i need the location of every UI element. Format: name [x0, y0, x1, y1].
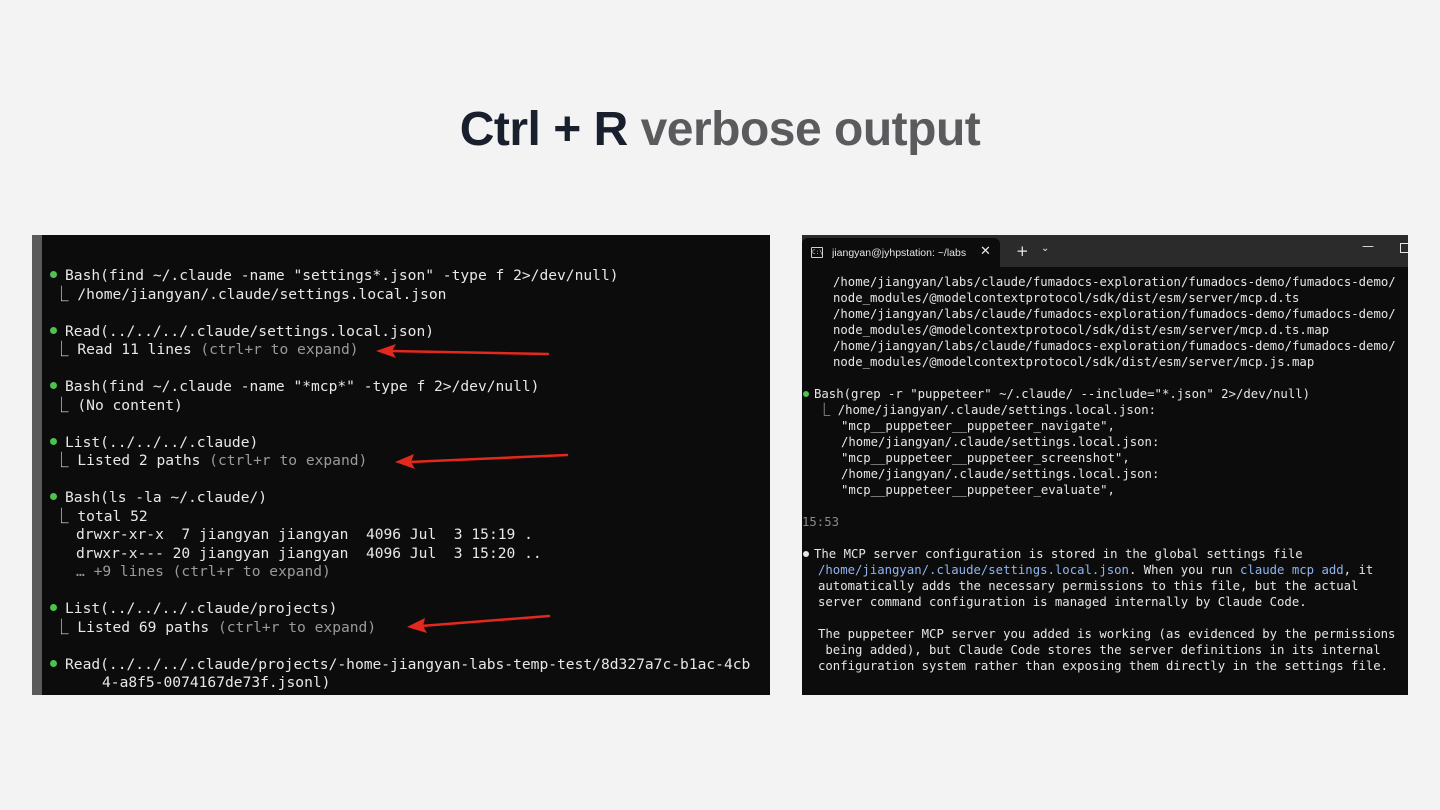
- bullet-dot-icon: [50, 493, 57, 500]
- terminal-line: Bash(find ~/.claude -name "*mcp*" -type …: [50, 378, 762, 397]
- right-terminal-screenshot: C:\ jiangyan@jyhpstation: ~/labs ✕ + ⌄ —…: [802, 235, 1408, 695]
- terminal-line: Bash(ls -la ~/.claude/): [50, 489, 762, 508]
- title-light: verbose output: [640, 103, 981, 156]
- terminal-line: Read(../../../.claude/projects/-home-jia…: [50, 656, 762, 675]
- slide-title: Ctrl + R verbose output: [0, 102, 1440, 157]
- left-terminal-scrollbar: [32, 235, 42, 695]
- terminal-tab-bar: C:\ jiangyan@jyhpstation: ~/labs ✕ + ⌄ —: [802, 235, 1408, 267]
- right-terminal-content: /home/jiangyan/labs/claude/fumadocs-expl…: [802, 274, 1408, 674]
- bullet-dot-icon: [50, 604, 57, 611]
- bullet-dot-icon: [50, 659, 57, 667]
- maximize-icon[interactable]: [1400, 243, 1408, 253]
- bullet-dot-icon: [803, 551, 809, 557]
- terminal-line: The MCP server configuration is stored i…: [802, 546, 1408, 562]
- bullet-dot-icon: [803, 391, 809, 397]
- terminal-line: node_modules/@modelcontextprotocol/sdk/d…: [833, 291, 1300, 305]
- red-arrow-icon: [376, 344, 550, 358]
- terminal-line: automatically adds the necessary permiss…: [818, 579, 1359, 593]
- terminal-line: /home/jiangyan/.claude/settings.local.js…: [818, 563, 1374, 577]
- terminal-line: "mcp__puppeteer__puppeteer_screenshot",: [841, 451, 1130, 465]
- terminal-line: "mcp__puppeteer__puppeteer_evaluate",: [841, 483, 1115, 497]
- terminal-line: Bash(find ~/.claude -name "settings*.jso…: [50, 267, 762, 286]
- close-icon[interactable]: ✕: [980, 244, 991, 259]
- minimize-icon[interactable]: —: [1362, 239, 1374, 253]
- bullet-dot-icon: [50, 437, 57, 445]
- terminal-line: node_modules/@modelcontextprotocol/sdk/d…: [833, 355, 1315, 369]
- bullet-dot-icon: [50, 326, 57, 334]
- terminal-line: /home/jiangyan/labs/claude/fumadocs-expl…: [833, 307, 1396, 321]
- terminal-line: ⎿ /home/jiangyan/.claude/settings.local.…: [54, 285, 447, 303]
- terminal-line: Read(../../../.claude/settings.local.jso…: [50, 323, 762, 342]
- terminal-line: drwxr-x--- 20 jiangyan jiangyan 4096 Jul…: [76, 544, 542, 562]
- red-arrow-icon: [395, 453, 569, 469]
- terminal-line: ⎿ total 52: [54, 507, 148, 525]
- timestamp: 15:53: [802, 515, 840, 529]
- bullet-dot-icon: [50, 382, 57, 389]
- terminal-line: node_modules/@modelcontextprotocol/sdk/d…: [833, 323, 1330, 337]
- terminal-tab[interactable]: C:\ jiangyan@jyhpstation: ~/labs ✕: [802, 238, 1000, 267]
- terminal-line: /home/jiangyan/labs/claude/fumadocs-expl…: [833, 275, 1396, 289]
- terminal-line: ⎿ /home/jiangyan/.claude/settings.local.…: [818, 403, 1157, 417]
- settings-path-link[interactable]: /home/jiangyan/.claude/settings.local.js…: [818, 563, 1129, 577]
- chevron-down-icon[interactable]: ⌄: [1041, 243, 1049, 254]
- terminal-line: /home/jiangyan/labs/claude/fumadocs-expl…: [833, 339, 1396, 353]
- bullet-dot-icon: [50, 271, 57, 278]
- terminal-line: … +9 lines (ctrl+r to expand): [76, 563, 331, 580]
- terminal-line: ⎿ (No content): [54, 396, 183, 414]
- tab-title: jiangyan@jyhpstation: ~/labs: [832, 247, 967, 259]
- command-highlight: claude mcp add: [1240, 563, 1344, 577]
- terminal-line: drwxr-xr-x 7 jiangyan jiangyan 4096 Jul …: [76, 526, 533, 543]
- title-strong: Ctrl + R: [459, 103, 629, 156]
- terminal-line: /home/jiangyan/.claude/settings.local.js…: [841, 435, 1160, 449]
- red-arrow-icon: [407, 614, 551, 633]
- terminal-line: The puppeteer MCP server you added is wo…: [818, 627, 1396, 641]
- terminal-line: "mcp__puppeteer__puppeteer_navigate",: [841, 419, 1115, 433]
- terminal-icon: C:\: [811, 247, 823, 258]
- terminal-line: /home/jiangyan/.claude/settings.local.js…: [841, 467, 1160, 481]
- terminal-line: being added), but Claude Code stores the…: [818, 643, 1381, 657]
- terminal-line: 4-a8f5-0074167de73f.jsonl): [102, 674, 331, 691]
- new-tab-icon[interactable]: +: [1016, 242, 1029, 260]
- terminal-line: configuration system rather than exposin…: [818, 659, 1389, 673]
- terminal-line: server command configuration is managed …: [818, 595, 1307, 609]
- terminal-line: Bash(grep -r "puppeteer" ~/.claude/ --in…: [802, 386, 1408, 402]
